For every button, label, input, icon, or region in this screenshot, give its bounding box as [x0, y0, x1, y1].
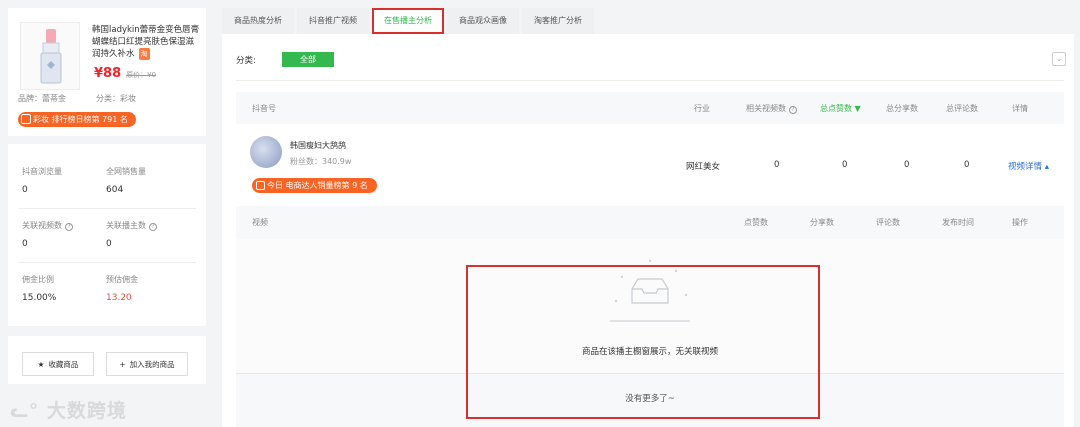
stat-douyin-views: 抖音浏览量 0 — [22, 166, 62, 195]
host-table-header: 抖音号 行业 相关视频数? 总点赞数 ▼ 总分享数 总评论数 详情 — [236, 92, 1064, 124]
stat-value: 0 — [22, 239, 28, 249]
sales-rank-badge: 今日 电商达人销量榜第 9 名 — [252, 178, 377, 193]
sales-rank-text: 今日 电商达人销量榜第 9 名 — [267, 181, 368, 190]
col-total-comments[interactable]: 总评论数 — [946, 103, 978, 114]
divider — [236, 80, 1064, 81]
col-total-likes[interactable]: 总点赞数 ▼ — [820, 103, 861, 114]
stat-label: 关联视频数 — [22, 221, 62, 230]
stat-estimated-commission: 预估佣金 13.20 — [106, 274, 138, 303]
col-account: 抖音号 — [252, 104, 276, 113]
cell-videos: 0 — [774, 160, 780, 170]
stat-related-hosts: 关联播主数? 0 — [106, 220, 157, 249]
stat-related-videos: 关联视频数? 0 — [22, 220, 73, 249]
stat-value: 0 — [106, 239, 112, 249]
price: ¥88 — [94, 66, 122, 81]
cell-industry: 网红美女 — [686, 162, 721, 172]
star-icon: ★ — [37, 359, 45, 369]
tab-audience-profile[interactable]: 商品观众画像 — [447, 8, 519, 34]
category-rank-badge: 彩妆 排行榜日榜第 791 名 — [18, 112, 136, 127]
subtable-header: 视频 点赞数 分享数 评论数 发布时间 操作 — [236, 206, 1064, 238]
product-title[interactable]: 韩国ladykin蕾蒂金变色唇膏蝴蝶结口红提亮肤色保湿滋润持久补水淘 — [92, 24, 202, 60]
stat-total-sales: 全网销售量 604 — [106, 166, 146, 195]
help-icon[interactable]: ? — [149, 223, 157, 231]
section-divider — [8, 136, 206, 144]
favorite-button[interactable]: ★ 收藏商品 — [22, 352, 94, 376]
col-comments[interactable]: 评论数 — [876, 217, 900, 228]
col-actions: 操作 — [1012, 218, 1028, 227]
stat-commission-rate: 佣金比例 15.00% — [22, 274, 56, 303]
original-price: 原价：¥0 — [126, 71, 157, 79]
category: 分类：彩妆 — [96, 94, 136, 103]
col-video: 视频 — [252, 218, 268, 227]
tab-product-heat[interactable]: 商品热度分析 — [222, 8, 294, 34]
stat-label: 关联播主数 — [106, 221, 146, 230]
col-likes[interactable]: 点赞数 — [744, 217, 768, 228]
cell-comments: 0 — [964, 160, 970, 170]
stat-label: 全网销售量 — [106, 167, 146, 176]
col-publish-time[interactable]: 发布时间 — [942, 217, 974, 228]
rank-icon — [256, 181, 265, 190]
highlight-box — [466, 265, 820, 419]
col-industry: 行业 — [694, 104, 710, 113]
tab-selling-hosts[interactable]: 在售播主分析 — [372, 8, 444, 34]
stat-label: 抖音浏览量 — [22, 167, 62, 176]
watermark-text: 大数跨境 — [46, 400, 127, 422]
table-row: 韩国瘦妇大鸹鸹 粉丝数：340.9w 今日 电商达人销量榜第 9 名 网红美女 … — [236, 126, 1064, 204]
divider — [18, 262, 196, 263]
sort-desc-icon: ▼ — [854, 104, 861, 113]
tab-bar: 商品热度分析 抖音推广视频 在售播主分析 商品观众画像 淘客推广分析 — [222, 8, 597, 34]
taobao-badge-icon: 淘 — [138, 48, 150, 60]
col-related-videos[interactable]: 相关视频数? — [746, 103, 797, 114]
section-divider — [8, 326, 206, 336]
category-rank-text: 彩妆 排行榜日榜第 791 名 — [33, 115, 128, 124]
plus-icon: + — [119, 359, 126, 369]
filter-label: 分类: — [236, 56, 256, 66]
favorite-button-label: 收藏商品 — [48, 359, 79, 369]
brand-row: 品牌：蕾蒂金 分类：彩妆 — [18, 93, 198, 104]
col-related-videos-label: 相关视频数 — [746, 104, 786, 113]
logo-icon: ᓚ° — [10, 400, 40, 422]
stat-value: 0 — [22, 185, 28, 195]
help-icon[interactable]: ? — [65, 223, 73, 231]
divider — [18, 208, 196, 209]
product-image[interactable] — [20, 22, 80, 90]
brand: 品牌：蕾蒂金 — [18, 94, 66, 103]
help-icon[interactable]: ? — [789, 106, 797, 114]
video-details-toggle[interactable]: 视频详情 ▴ — [1008, 160, 1049, 172]
product-panel: 韩国ladykin蕾蒂金变色唇膏蝴蝶结口红提亮肤色保湿滋润持久补水淘 ¥88 原价… — [8, 8, 206, 384]
col-shares[interactable]: 分享数 — [810, 217, 834, 228]
stat-label: 预估佣金 — [106, 275, 138, 284]
cell-likes: 0 — [842, 160, 848, 170]
tab-douyin-videos[interactable]: 抖音推广视频 — [297, 8, 369, 34]
cell-shares: 0 — [904, 160, 910, 170]
tab-taoke-analysis[interactable]: 淘客推广分析 — [522, 8, 594, 34]
stat-value: 604 — [106, 185, 124, 195]
host-name[interactable]: 韩国瘦妇大鸹鸹 — [290, 140, 346, 151]
stat-label: 佣金比例 — [22, 275, 54, 284]
add-button-label: 加入我的商品 — [129, 359, 175, 369]
add-to-my-products-button[interactable]: + 加入我的商品 — [106, 352, 188, 376]
price-row: ¥88 原价：¥0 — [94, 66, 156, 81]
stat-value: 13.20 — [106, 293, 132, 303]
fans-count: 粉丝数：340.9w — [290, 157, 352, 166]
watermark-logo: ᓚ° 大数跨境 — [10, 396, 127, 423]
col-total-likes-label: 总点赞数 — [820, 104, 852, 113]
chevron-down-icon[interactable]: ⌄ — [1052, 52, 1066, 66]
avatar[interactable] — [250, 136, 282, 168]
filter-all-button[interactable]: 全部 — [282, 52, 334, 67]
stat-value: 15.00% — [22, 293, 57, 303]
rank-icon — [21, 114, 31, 124]
col-details: 详情 — [1012, 104, 1028, 113]
col-total-shares[interactable]: 总分享数 — [886, 103, 918, 114]
